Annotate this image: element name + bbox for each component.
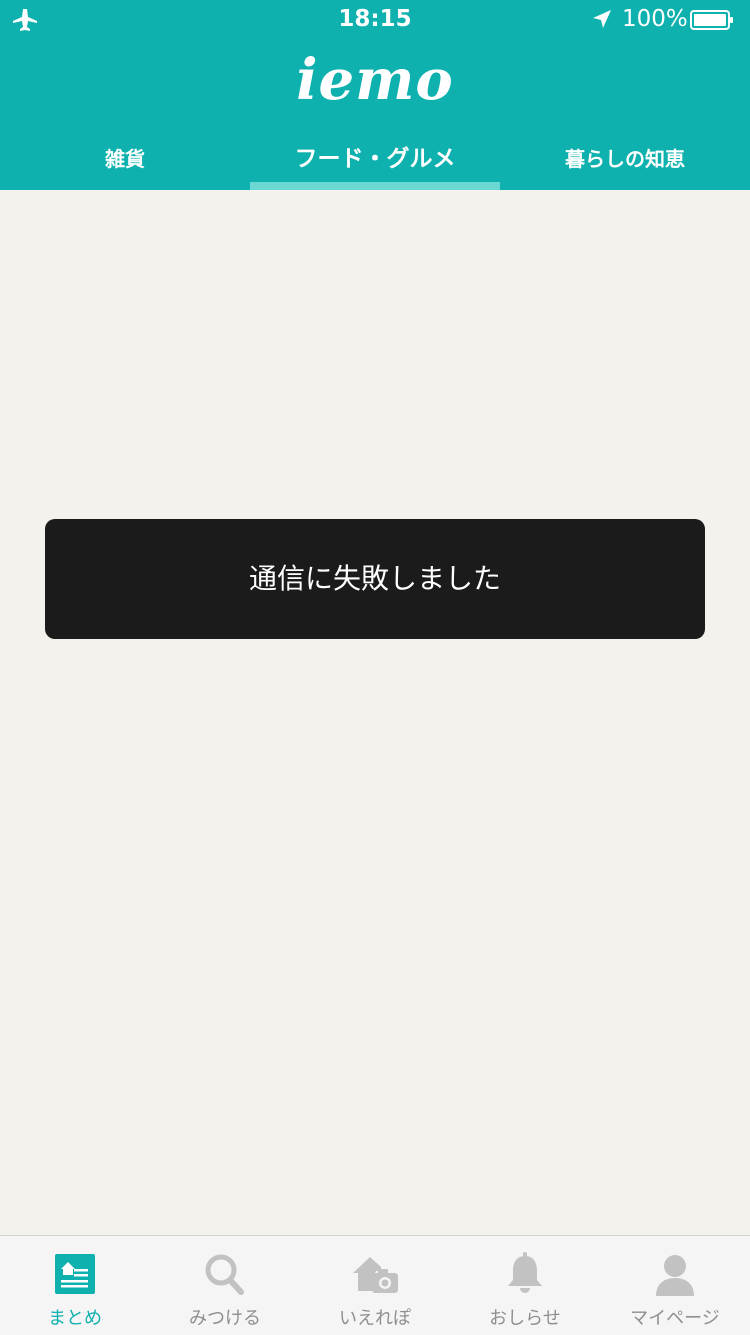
tabbar-item-mitsukeru[interactable]: みつける [150, 1236, 300, 1335]
battery-icon [690, 10, 733, 30]
tabbar-item-oshirase[interactable]: おしらせ [450, 1236, 600, 1335]
app-header: 18:15 100% iemo 雑貨 フード・グルメ 暮らしの知恵 [0, 0, 750, 190]
tab-zakka[interactable]: 雑貨 [0, 138, 250, 190]
house-camera-icon [353, 1257, 398, 1293]
bell-icon [508, 1252, 542, 1293]
tabbar-label: まとめ [48, 1308, 102, 1329]
location-arrow-icon [593, 10, 611, 28]
tabbar-label: みつける [189, 1308, 261, 1329]
active-tab-indicator [250, 182, 500, 190]
user-icon [656, 1255, 694, 1296]
home-list-icon [55, 1254, 95, 1294]
tab-living-tips[interactable]: 暮らしの知恵 [500, 138, 750, 190]
app-logo: iemo [296, 47, 454, 113]
battery-percentage: 100% [622, 6, 688, 32]
tabbar-label: いえれぽ [339, 1308, 411, 1329]
status-bar: 18:15 100% [0, 0, 750, 40]
search-icon [205, 1254, 244, 1295]
tabbar-item-iererepo[interactable]: いえれぽ [300, 1236, 450, 1335]
bottom-tab-bar: まとめ みつける いえれぽ おしらせ マイページ [0, 1235, 750, 1335]
tabbar-item-mypage[interactable]: マイページ [600, 1236, 750, 1335]
tabbar-label: おしらせ [489, 1308, 561, 1329]
tabbar-label: マイページ [630, 1308, 720, 1329]
error-toast: 通信に失敗しました [45, 519, 705, 639]
tabbar-item-matome[interactable]: まとめ [0, 1236, 150, 1335]
